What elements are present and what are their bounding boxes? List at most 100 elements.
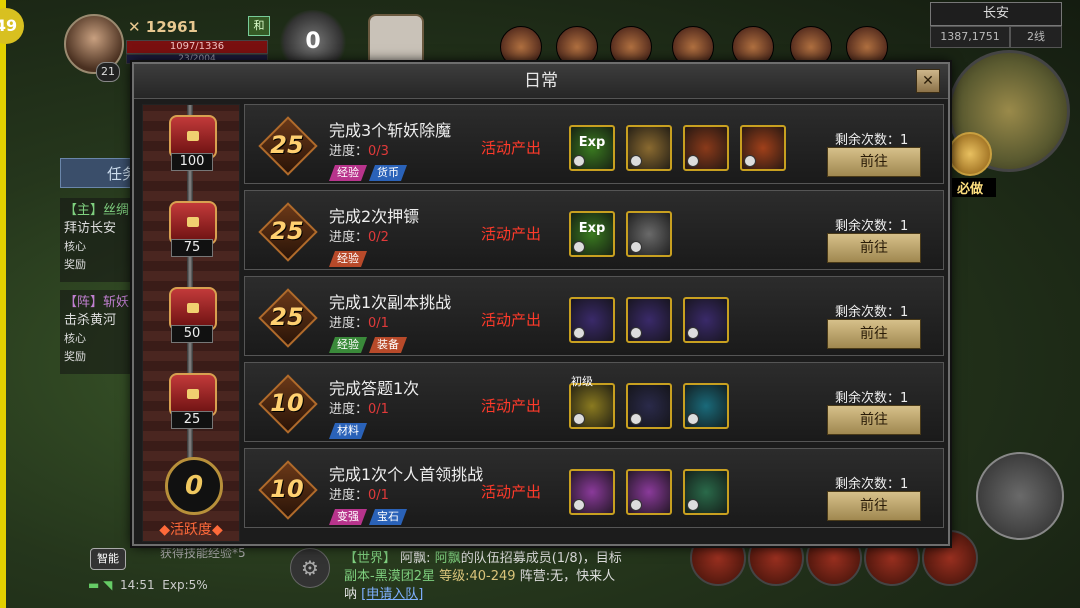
task-source: 活动产出 bbox=[481, 139, 542, 157]
reward-grade: 初级 bbox=[571, 375, 593, 388]
quest-main-reward: 核心奖励 bbox=[64, 240, 86, 271]
reward-tag: 宝石 bbox=[369, 509, 407, 525]
reward-item-icon[interactable] bbox=[683, 383, 729, 429]
progress-label: 进度： bbox=[329, 230, 369, 245]
chat-camp: 阵营:无，快来人 bbox=[519, 569, 616, 584]
reward-item-icon[interactable]: Exp bbox=[569, 211, 615, 257]
chat-dungeon: 副本-黑漠团2星 bbox=[344, 569, 435, 584]
reward-label: Exp bbox=[578, 221, 606, 236]
activity-value: 0 bbox=[165, 457, 223, 515]
status-bar: ▬ ◥ 14:51 Exp:5% bbox=[88, 578, 208, 592]
task-progress: 进度：0/1 bbox=[329, 398, 389, 417]
reward-item-icon[interactable] bbox=[569, 469, 615, 515]
coin-icon bbox=[744, 155, 756, 167]
must-do-button[interactable]: 必做 bbox=[944, 132, 996, 197]
exp-percent: Exp:5% bbox=[162, 578, 208, 592]
go-button[interactable]: 前往 bbox=[827, 233, 921, 263]
reward-item-icon[interactable]: Exp bbox=[569, 125, 615, 171]
activity-chest-100[interactable]: 100 bbox=[165, 115, 217, 171]
auto-button[interactable]: 智能 bbox=[90, 548, 126, 570]
chat-channel: 【世界】 bbox=[344, 551, 397, 566]
task-progress: 进度：0/2 bbox=[329, 226, 389, 245]
modal-title: 日常 bbox=[134, 64, 948, 99]
go-button[interactable]: 前往 bbox=[827, 405, 921, 435]
task-progress: 进度：0/1 bbox=[329, 312, 389, 331]
remaining-count: 剩余次数：1 bbox=[835, 391, 909, 406]
reward-item-icon[interactable] bbox=[626, 383, 672, 429]
points-badge: 25 bbox=[258, 116, 318, 176]
quest-main-desc: 拜访长安 bbox=[64, 221, 117, 236]
chat-join-link[interactable]: [申请入队] bbox=[361, 587, 423, 602]
reward-item-icon[interactable] bbox=[683, 297, 729, 343]
points-value: 25 bbox=[270, 217, 304, 245]
map-coords: 1387,1751 bbox=[930, 26, 1010, 48]
chest-points: 100 bbox=[171, 153, 213, 171]
quest-main-title: 【主】丝绸 bbox=[64, 203, 130, 218]
screen-edge bbox=[0, 0, 6, 608]
hp-bar: 1097/1336 bbox=[126, 40, 268, 54]
reward-label: Exp bbox=[578, 135, 606, 150]
go-button[interactable]: 前往 bbox=[827, 319, 921, 349]
progress-label: 进度： bbox=[329, 316, 369, 331]
close-button[interactable]: ✕ bbox=[916, 69, 940, 93]
reward-item-icon[interactable] bbox=[569, 297, 615, 343]
task-tab[interactable]: 任务 bbox=[60, 158, 140, 188]
reward-item-icon[interactable] bbox=[683, 469, 729, 515]
activity-chest-75[interactable]: 75 bbox=[165, 201, 217, 257]
coin-icon bbox=[687, 413, 699, 425]
chat-name[interactable]: 阿飘 bbox=[435, 551, 461, 566]
coin-icon bbox=[630, 155, 642, 167]
must-do-label: 必做 bbox=[944, 178, 996, 197]
activity-chest-50[interactable]: 50 bbox=[165, 287, 217, 343]
reward-tag: 经验 bbox=[329, 251, 367, 267]
reward-tag: 货币 bbox=[369, 165, 407, 181]
progress-value: 0/1 bbox=[368, 402, 389, 417]
task-tags: 经验 bbox=[329, 247, 369, 267]
chat-sender: 阿飘: bbox=[400, 551, 431, 566]
reward-tag: 装备 bbox=[369, 337, 407, 353]
chat-line-3: 呐 [申请入队] bbox=[344, 586, 664, 604]
points-value: 10 bbox=[270, 389, 304, 417]
go-button[interactable]: 前往 bbox=[827, 147, 921, 177]
quest-item-main[interactable]: 【主】丝绸 拜访长安 核心奖励 bbox=[60, 198, 140, 282]
pk-mode-toggle[interactable]: 和 bbox=[248, 16, 270, 36]
reward-item-icon[interactable] bbox=[626, 297, 672, 343]
quest-item-camp[interactable]: 【阵】斩妖 击杀黄河 核心奖励 bbox=[60, 290, 140, 374]
points-value: 25 bbox=[270, 131, 304, 159]
progress-value: 0/2 bbox=[368, 230, 389, 245]
settings-gear-icon[interactable]: ⚙ bbox=[290, 548, 330, 588]
progress-value: 0/1 bbox=[368, 488, 389, 503]
coin-icon bbox=[687, 499, 699, 511]
points-badge: 25 bbox=[258, 288, 318, 348]
progress-value: 0/1 bbox=[368, 316, 389, 331]
points-value: 10 bbox=[270, 475, 304, 503]
coin-icon bbox=[630, 327, 642, 339]
reward-item-icon[interactable]: 初级 bbox=[569, 375, 615, 429]
go-button[interactable]: 前往 bbox=[827, 491, 921, 521]
battery-icon: ▬ bbox=[88, 578, 100, 592]
reward-item-icon[interactable] bbox=[626, 125, 672, 171]
task-tags: 材料 bbox=[329, 419, 369, 439]
task-tags: 经验 装备 bbox=[329, 333, 409, 353]
activity-chest-25[interactable]: 25 bbox=[165, 373, 217, 429]
activity-column: 100 75 50 25 0 ◆活跃度◆ bbox=[142, 104, 240, 542]
task-source: 活动产出 bbox=[481, 397, 542, 415]
reward-item-icon[interactable] bbox=[683, 125, 729, 171]
server-line[interactable]: 2线 bbox=[1010, 26, 1062, 48]
task-tags: 变强 宝石 bbox=[329, 505, 409, 525]
task-name: 完成1次副本挑战 bbox=[329, 293, 452, 312]
chat-panel[interactable]: 【世界】 阿飘: 阿飘的队伍招募成员(1/8)，目标 副本-黑漠团2星 等级:4… bbox=[344, 550, 664, 604]
reward-item-icon[interactable] bbox=[626, 211, 672, 257]
reward-item-icon[interactable] bbox=[740, 125, 786, 171]
task-row: 25 完成2次押镖 进度：0/2 经验 活动产出 Exp 剩余次数：1 前往 bbox=[244, 190, 944, 270]
coin-icon bbox=[630, 499, 642, 511]
chest-points: 75 bbox=[171, 239, 213, 257]
attack-button[interactable] bbox=[976, 452, 1064, 540]
quest-camp-title: 【阵】斩妖 bbox=[64, 295, 130, 310]
task-progress: 进度：0/1 bbox=[329, 484, 389, 503]
points-badge: 25 bbox=[258, 202, 318, 262]
remaining-count: 剩余次数：1 bbox=[835, 305, 909, 320]
task-name: 完成1次个人首领挑战 bbox=[329, 465, 484, 484]
chat-text-3: 呐 bbox=[344, 587, 358, 602]
reward-item-icon[interactable] bbox=[626, 469, 672, 515]
